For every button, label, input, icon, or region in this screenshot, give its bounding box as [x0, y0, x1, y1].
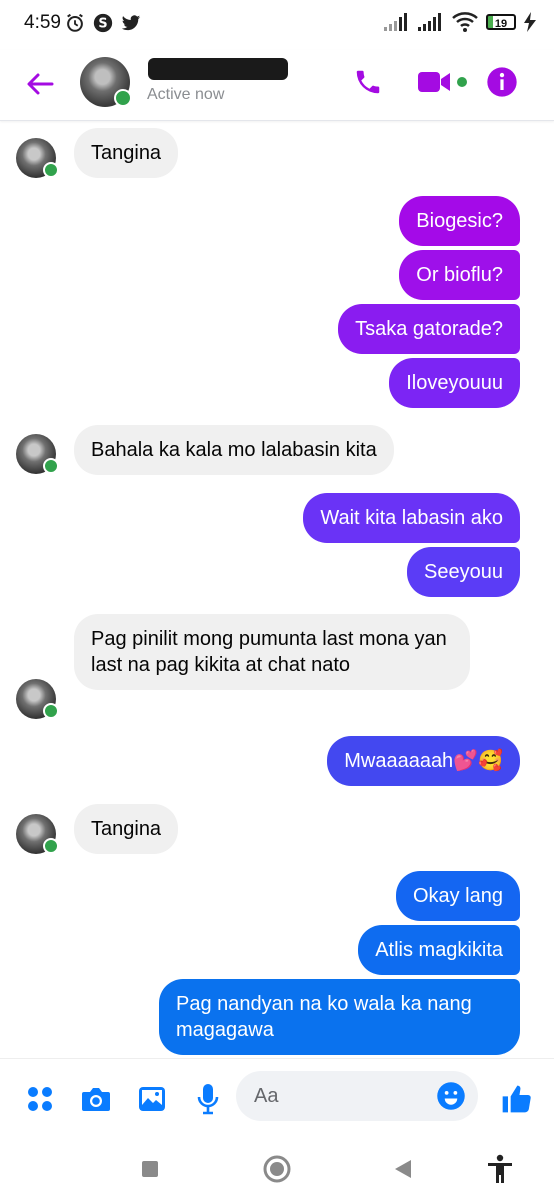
- back-arrow-icon: [27, 73, 54, 95]
- s-app-icon: S: [93, 13, 113, 33]
- recents-button[interactable]: [135, 1154, 165, 1184]
- incoming-message[interactable]: Tangina: [74, 128, 179, 178]
- incoming-message[interactable]: Pag pinilit mong pumunta last mona yan l…: [74, 614, 470, 690]
- wifi-icon: [452, 12, 478, 32]
- outgoing-message[interactable]: Or bioflu?: [399, 250, 520, 300]
- online-indicator: [43, 162, 59, 178]
- home-icon: [263, 1155, 291, 1183]
- status-icons-right: 19: [384, 12, 536, 32]
- online-indicator: [43, 838, 59, 854]
- voice-call-button[interactable]: [350, 64, 386, 100]
- video-camera-icon: [418, 72, 467, 92]
- sender-avatar[interactable]: [16, 814, 59, 854]
- camera-icon: [82, 1088, 110, 1111]
- online-indicator: [43, 458, 59, 474]
- gallery-icon: [139, 1087, 165, 1111]
- phone-icon: [356, 70, 380, 94]
- incoming-message[interactable]: Bahala ka kala mo lalabasin kita: [74, 425, 394, 475]
- video-call-button[interactable]: [416, 64, 470, 100]
- outgoing-message[interactable]: Iloveyouuu: [389, 358, 520, 408]
- signal-icon: [418, 13, 441, 31]
- nav-back-button[interactable]: [388, 1154, 418, 1184]
- accessibility-button[interactable]: [485, 1154, 515, 1184]
- voice-message-button[interactable]: [190, 1081, 226, 1117]
- camera-button[interactable]: [78, 1081, 114, 1117]
- outgoing-message[interactable]: Mwaaaaaah💕🥰: [327, 736, 520, 786]
- outgoing-message[interactable]: Biogesic?: [399, 196, 520, 246]
- status-icons-left: S: [64, 12, 142, 34]
- home-button[interactable]: [262, 1154, 292, 1184]
- status-time: 4:59: [24, 12, 61, 33]
- gallery-button[interactable]: [134, 1081, 170, 1117]
- apps-icon: [28, 1087, 52, 1111]
- outgoing-message[interactable]: Tsaka gatorade?: [338, 304, 520, 354]
- back-icon: [395, 1160, 411, 1178]
- message-composer: [0, 1058, 554, 1141]
- outgoing-message[interactable]: Wait kita labasin ako: [303, 493, 520, 543]
- online-indicator: [43, 703, 59, 719]
- outgoing-message[interactable]: Atlis magkikita: [358, 925, 520, 975]
- alarm-icon: [67, 13, 83, 32]
- online-indicator: [114, 89, 132, 107]
- emoji-icon: [437, 1082, 465, 1110]
- incoming-message[interactable]: Tangina: [74, 804, 179, 854]
- contact-avatar[interactable]: [80, 57, 132, 107]
- more-actions-button[interactable]: [22, 1081, 58, 1117]
- sender-avatar[interactable]: [16, 138, 59, 178]
- recents-icon: [142, 1161, 158, 1177]
- active-status: Active now: [147, 86, 225, 103]
- info-icon: [487, 67, 517, 97]
- sender-avatar[interactable]: [16, 679, 59, 719]
- accessibility-icon: [488, 1154, 512, 1183]
- info-button[interactable]: [484, 64, 520, 100]
- outgoing-message[interactable]: Pag nandyan na ko wala ka nang magagawa: [159, 979, 520, 1055]
- outgoing-message[interactable]: Okay lang: [395, 871, 520, 921]
- signal-icon: [384, 13, 407, 31]
- battery-icon: 19: [486, 14, 516, 30]
- outgoing-message[interactable]: Seeyouu: [407, 547, 520, 597]
- chat-header: Active now: [0, 50, 554, 121]
- system-nav-bar: [0, 1140, 554, 1200]
- svg-text:S: S: [98, 17, 107, 32]
- status-bar: 4:59 S 19: [0, 0, 554, 50]
- twitter-icon: [121, 15, 141, 31]
- like-button[interactable]: [498, 1081, 534, 1117]
- back-button[interactable]: [24, 68, 56, 100]
- thumbs-up-icon: [502, 1085, 531, 1113]
- charging-icon: [524, 12, 536, 32]
- sender-avatar[interactable]: [16, 434, 59, 474]
- microphone-icon: [197, 1084, 219, 1115]
- emoji-button[interactable]: [436, 1081, 466, 1111]
- contact-name-redacted[interactable]: [148, 58, 288, 80]
